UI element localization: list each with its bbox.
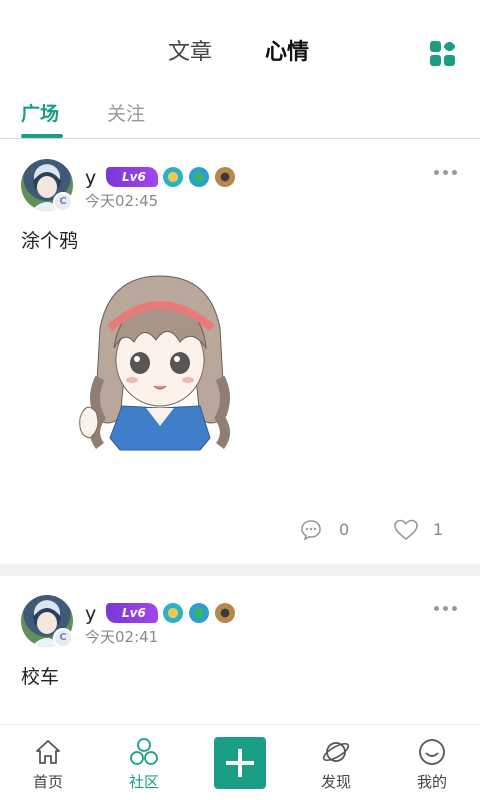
- top-bar: 文章 心情: [0, 0, 480, 90]
- username[interactable]: y: [85, 603, 96, 625]
- post-text: 校车: [21, 666, 60, 688]
- nav-community-label: 社区: [128, 773, 159, 791]
- medal-eye-icon: [215, 167, 235, 187]
- planet-icon: [322, 742, 350, 762]
- feed-list[interactable]: C y Lv6 今天02:45 涂个鸦 0 1 C y Lv6 今天02:41 …: [0, 140, 480, 724]
- medal-star-icon: [163, 603, 183, 623]
- smiley-icon: [419, 739, 445, 765]
- post-image[interactable]: [60, 268, 260, 500]
- more-options-icon[interactable]: [432, 606, 458, 614]
- level-badge: Lv6: [106, 603, 158, 623]
- like-count: 1: [433, 520, 444, 539]
- sub-tab-bar: 广场 关注: [0, 90, 480, 139]
- community-icon: [130, 738, 158, 765]
- username[interactable]: y: [85, 167, 96, 189]
- avatar-level-badge: C: [53, 192, 73, 212]
- nav-mine[interactable]: 我的: [384, 725, 480, 800]
- tab-mood[interactable]: 心情: [265, 38, 309, 68]
- compose-plus-button[interactable]: [214, 737, 266, 789]
- medal-star-icon: [163, 167, 183, 187]
- tab-articles[interactable]: 文章: [168, 38, 212, 68]
- medal-leaf-icon: [189, 603, 209, 623]
- post-time: 今天02:41: [85, 628, 159, 646]
- avatar-level-badge: C: [53, 628, 73, 648]
- active-tab-indicator: [21, 134, 63, 138]
- nav-home[interactable]: 首页: [0, 725, 96, 800]
- subtab-square[interactable]: 广场: [21, 102, 59, 126]
- post-card[interactable]: C y Lv6 今天02:41 校车: [0, 576, 480, 724]
- nav-discover[interactable]: 发现: [288, 725, 384, 800]
- nav-mine-label: 我的: [416, 773, 447, 791]
- post-text: 涂个鸦: [21, 230, 79, 252]
- level-badge: Lv6: [106, 167, 158, 187]
- heart-icon[interactable]: [393, 518, 419, 542]
- post-time: 今天02:45: [85, 192, 159, 210]
- comment-count: 0: [339, 520, 350, 539]
- more-options-icon[interactable]: [432, 170, 458, 178]
- medal-leaf-icon: [189, 167, 209, 187]
- grid-apps-icon[interactable]: [430, 39, 457, 67]
- post-card[interactable]: C y Lv6 今天02:45 涂个鸦 0 1: [0, 140, 480, 564]
- medal-eye-icon: [215, 603, 235, 623]
- subtab-follow[interactable]: 关注: [107, 102, 145, 126]
- nav-community[interactable]: 社区: [96, 725, 192, 800]
- bottom-nav: 首页 社区 发现 我的: [0, 724, 480, 800]
- home-icon: [36, 740, 60, 764]
- nav-discover-label: 发现: [320, 773, 351, 791]
- nav-home-label: 首页: [32, 773, 63, 791]
- comment-icon[interactable]: [299, 518, 323, 542]
